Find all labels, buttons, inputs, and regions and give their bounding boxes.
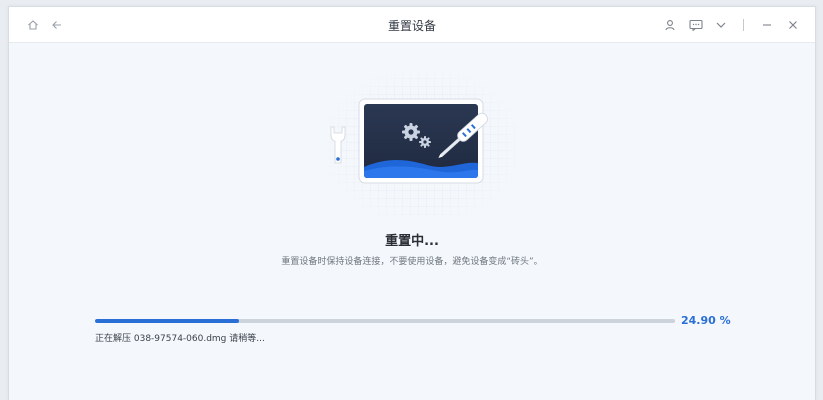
titlebar-divider — [743, 19, 744, 31]
close-icon[interactable] — [783, 15, 803, 35]
app-window: 重置设备 重置中... 重置设备时保持设备连接，不要使用设备，避免设备变成“砖头… — [8, 6, 816, 400]
status-description: 重置设备时保持设备连接，不要使用设备，避免设备变成“砖头”。 — [281, 257, 543, 267]
status-heading: 重置中... — [385, 234, 439, 249]
title-bar: 重置设备 — [9, 7, 815, 43]
progress-bar — [95, 319, 675, 323]
progress-percent: 24.90 % — [681, 314, 731, 327]
chevron-down-icon[interactable] — [711, 15, 731, 35]
user-icon[interactable] — [660, 15, 680, 35]
minimize-icon[interactable] — [757, 15, 777, 35]
feedback-icon[interactable] — [686, 15, 706, 35]
file-status-text: 正在解压 038-97574-060.dmg 请稍等... — [95, 334, 265, 344]
reset-device-illustration — [307, 71, 519, 221]
progress-bar-fill — [95, 319, 240, 323]
